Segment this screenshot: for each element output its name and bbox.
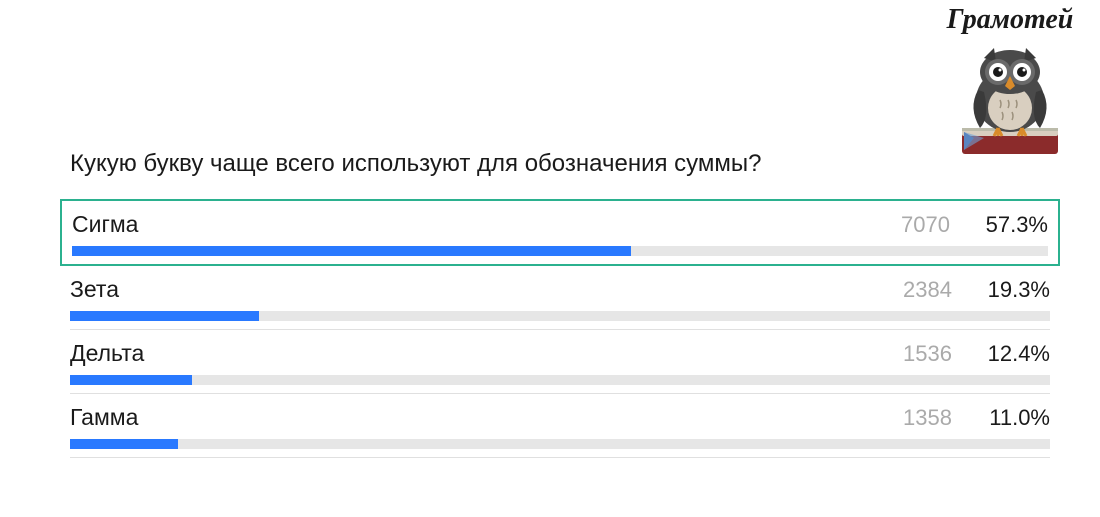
progress-track [70, 439, 1050, 449]
answer-option[interactable]: Дельта 1536 12.4% [70, 329, 1050, 393]
answer-count: 7070 [890, 212, 950, 238]
answer-count: 2384 [892, 277, 952, 303]
poll-answers: Сигма 7070 57.3% Зета 2384 19.3% Дельта … [70, 200, 1050, 458]
answer-option[interactable]: Зета 2384 19.3% [70, 265, 1050, 329]
answer-percent: 12.4% [980, 341, 1050, 367]
answer-option[interactable]: Гамма 1358 11.0% [70, 393, 1050, 458]
progress-track [70, 375, 1050, 385]
progress-track [70, 311, 1050, 321]
answer-percent: 57.3% [978, 212, 1048, 238]
logo-text: Грамотей [930, 4, 1090, 36]
answer-label: Зета [70, 276, 892, 303]
answer-label: Гамма [70, 404, 892, 431]
answer-label: Дельта [70, 340, 892, 367]
owl-on-book-icon [950, 38, 1070, 158]
answer-percent: 19.3% [980, 277, 1050, 303]
progress-fill [70, 375, 192, 385]
answer-percent: 11.0% [980, 405, 1050, 431]
progress-fill [70, 439, 178, 449]
answer-option[interactable]: Сигма 7070 57.3% [60, 199, 1060, 266]
progress-track [72, 246, 1048, 256]
answer-count: 1358 [892, 405, 952, 431]
progress-fill [72, 246, 631, 256]
poll-question: Кукую букву чаще всего используют для об… [70, 150, 761, 178]
site-logo: Грамотей [930, 4, 1090, 163]
progress-fill [70, 311, 259, 321]
answer-label: Сигма [72, 211, 890, 238]
answer-count: 1536 [892, 341, 952, 367]
